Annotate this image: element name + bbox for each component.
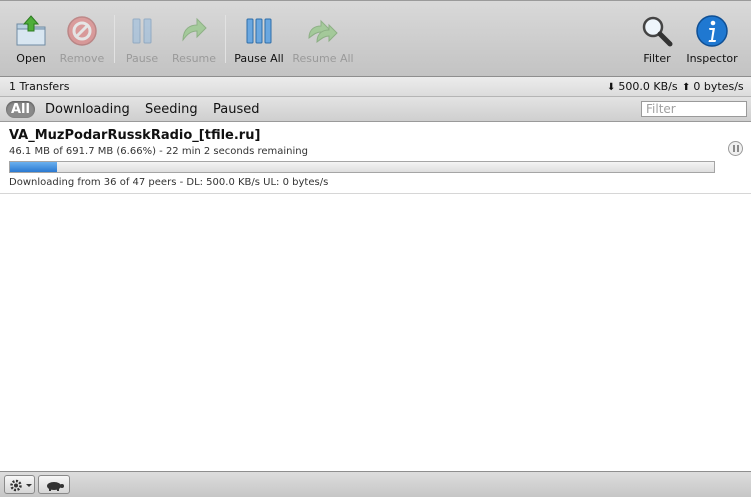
toolbar: Open Remove Pause Resume Pause All Resum… — [0, 0, 751, 77]
pause-all-icon — [246, 18, 272, 44]
pause-all-button[interactable]: Pause All — [232, 1, 286, 77]
resume-label: Resume — [171, 52, 217, 65]
open-folder-icon — [16, 15, 46, 46]
open-button[interactable]: Open — [6, 1, 56, 77]
filter-label: Filter — [643, 52, 671, 65]
upload-rate-value: 0 bytes/s — [693, 80, 744, 93]
download-arrow-icon: ⬇ — [607, 82, 616, 93]
pause-button[interactable]: Pause — [120, 1, 164, 77]
download-rate-value: 500.0 KB/s — [618, 80, 678, 93]
bottom-bar — [0, 471, 751, 497]
inspector-label: Inspector — [686, 52, 738, 65]
toolbar-separator — [225, 15, 226, 63]
remove-icon — [67, 16, 97, 46]
filter-tab-all[interactable]: All — [6, 101, 35, 118]
filter-tab-downloading[interactable]: Downloading — [40, 101, 135, 118]
pause-label: Pause — [125, 52, 159, 65]
transfer-pause-icon[interactable] — [728, 141, 743, 156]
transfer-list: VA_MuzPodarRusskRadio_[tfile.ru] 46.1 MB… — [0, 123, 751, 471]
filter-bar: All Downloading Seeding Paused — [0, 97, 751, 122]
filter-tab-seeding[interactable]: Seeding — [140, 101, 203, 118]
resume-button[interactable]: Resume — [170, 1, 218, 77]
transfer-count: 1 Transfers — [9, 80, 70, 93]
transfer-row[interactable]: VA_MuzPodarRusskRadio_[tfile.ru] 46.1 MB… — [0, 123, 751, 194]
transfer-progress-text: 46.1 MB of 691.7 MB (6.66%) - 22 min 2 s… — [9, 146, 308, 157]
remove-label: Remove — [59, 52, 105, 65]
gear-icon — [10, 479, 32, 492]
resume-all-label: Resume All — [292, 52, 354, 65]
transfer-status-text: Downloading from 36 of 47 peers - DL: 50… — [9, 177, 329, 188]
resume-all-button[interactable]: Resume All — [292, 1, 354, 77]
inspector-button[interactable]: Inspector — [684, 1, 740, 77]
info-icon — [696, 15, 728, 47]
transfer-name: VA_MuzPodarRusskRadio_[tfile.ru] — [9, 128, 261, 143]
pause-all-label: Pause All — [234, 52, 284, 65]
upload-arrow-icon: ⬆ — [682, 82, 691, 93]
turtle-icon — [47, 482, 64, 491]
filter-search-input[interactable] — [641, 101, 747, 117]
resume-all-icon — [308, 19, 338, 44]
remove-button[interactable]: Remove — [58, 1, 106, 77]
resume-icon — [182, 17, 207, 42]
progress-bar — [9, 161, 715, 173]
status-bar: 1 Transfers ⬇ 500.0 KB/s ⬆ 0 bytes/s — [0, 77, 751, 97]
speed-limit-button[interactable] — [38, 475, 70, 494]
progress-bar-fill — [10, 162, 57, 172]
download-rate: ⬇ 500.0 KB/s — [607, 80, 678, 93]
open-label: Open — [16, 52, 46, 65]
upload-rate: ⬆ 0 bytes/s — [682, 80, 744, 93]
filter-button[interactable]: Filter — [636, 1, 678, 77]
filter-tab-paused[interactable]: Paused — [208, 101, 264, 118]
toolbar-separator — [114, 15, 115, 63]
action-menu-button[interactable] — [4, 475, 35, 494]
pause-icon — [132, 18, 152, 44]
magnifier-icon — [642, 16, 673, 47]
